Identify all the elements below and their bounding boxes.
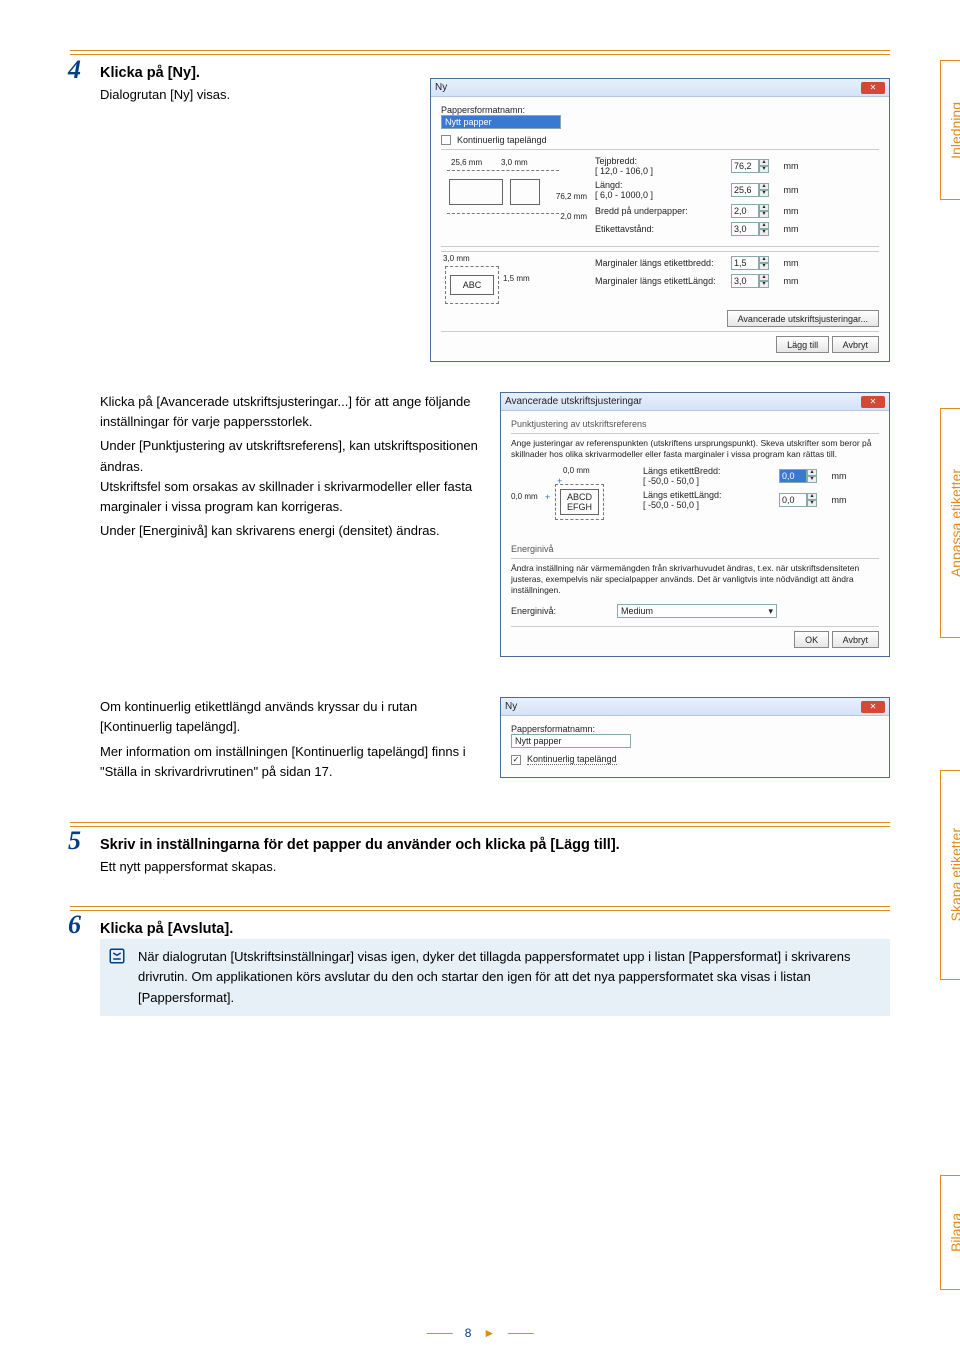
length-spinner[interactable]: 25,6▴▾ bbox=[731, 183, 769, 197]
side-tab-skapa[interactable]: Skapa etiketter bbox=[940, 770, 960, 980]
zero-left: 0,0 mm bbox=[511, 492, 538, 501]
page-number: 8 bbox=[465, 1326, 472, 1340]
ref-adjust-desc: Ange justeringar av referenspunkten (uts… bbox=[511, 438, 879, 460]
zero-top: 0,0 mm bbox=[563, 466, 590, 475]
ok-button[interactable]: OK bbox=[794, 631, 829, 648]
mid-paragraph-2: Under [Punktjustering av utskriftsrefere… bbox=[100, 436, 482, 476]
next-icon: ► bbox=[483, 1326, 495, 1340]
along-length-spinner[interactable]: 0,0▴▾ bbox=[779, 493, 817, 507]
step-6-title: Klicka på [Avsluta]. bbox=[100, 919, 890, 939]
along-width-label: Längs etikettBredd: bbox=[643, 466, 721, 476]
energy-desc: Ändra inställning när värmemängden från … bbox=[511, 563, 879, 596]
ny-name-label: Pappersformatnamn: bbox=[441, 105, 879, 115]
margin-width-label: Marginaler längs etikettbredd: bbox=[595, 258, 725, 268]
spacing-spinner[interactable]: 3,0▴▾ bbox=[731, 222, 769, 236]
advanced-button[interactable]: Avancerade utskriftsjusteringar... bbox=[727, 310, 879, 327]
continuous-checkbox-label: Kontinuerlig tapelängd bbox=[457, 135, 547, 145]
dialog-ny-2: Ny ✕ Pappersformatnamn: Nytt papper ✓ Ko… bbox=[500, 697, 890, 778]
abc-sample: ABC bbox=[463, 280, 482, 290]
ny2-name-input[interactable]: Nytt papper bbox=[511, 734, 631, 748]
margin-width-spinner[interactable]: 1,5▴▾ bbox=[731, 256, 769, 270]
dialog-advanced: Avancerade utskriftsjusteringar ✕ Punktj… bbox=[500, 392, 890, 657]
ny2-name-label: Pappersformatnamn: bbox=[511, 724, 879, 734]
side-tab-bilaga[interactable]: Bilaga bbox=[940, 1175, 960, 1290]
step-6-number: 6 bbox=[68, 910, 81, 940]
mid-paragraph-4: Under [Energinivå] kan skrivarens energi… bbox=[100, 521, 482, 541]
side-tab-inledning[interactable]: Inledning bbox=[940, 60, 960, 200]
add-button[interactable]: Lägg till bbox=[776, 336, 829, 353]
section-ref-adjust: Punktjustering av utskriftsreferens bbox=[511, 419, 879, 429]
tape-width-label: Tejpbredd: bbox=[595, 156, 637, 166]
energy-select[interactable]: Medium▾ bbox=[617, 604, 777, 618]
dim-25-6: 25,6 mm bbox=[451, 158, 482, 167]
mid-paragraph-1: Klicka på [Avancerade utskriftsjustering… bbox=[100, 392, 482, 432]
dim-3-0a: 3,0 mm bbox=[501, 158, 528, 167]
underpaper-label: Bredd på underpapper: bbox=[595, 206, 725, 216]
plus-icon: + bbox=[545, 492, 550, 502]
section-rule bbox=[70, 906, 890, 911]
close-icon[interactable]: ✕ bbox=[861, 396, 885, 408]
close-icon[interactable]: ✕ bbox=[861, 82, 885, 94]
mid2-paragraph-1: Om kontinuerlig etikettlängd används kry… bbox=[100, 697, 482, 737]
energy-label: Energinivå: bbox=[511, 606, 611, 616]
tip-text: När dialogrutan [Utskriftsinställningar]… bbox=[138, 949, 850, 1004]
mid-paragraph-3: Utskriftsfel som orsakas av skillnader i… bbox=[100, 477, 482, 517]
tip-box: När dialogrutan [Utskriftsinställningar]… bbox=[100, 939, 890, 1015]
dim-2-0: 2,0 mm bbox=[560, 212, 587, 221]
section-rule bbox=[70, 822, 890, 827]
dialog-ny-1: Ny ✕ Pappersformatnamn: Nytt papper Kont… bbox=[430, 78, 890, 362]
step-5-title: Skriv in inställningarna för det papper … bbox=[100, 835, 890, 855]
close-icon[interactable]: ✕ bbox=[861, 701, 885, 713]
step-5-number: 5 bbox=[68, 826, 81, 856]
underpaper-spinner[interactable]: 2,0▴▾ bbox=[731, 204, 769, 218]
along-width-spinner[interactable]: 0,0▴▾ bbox=[779, 469, 817, 483]
margin-length-spinner[interactable]: 3,0▴▾ bbox=[731, 274, 769, 288]
dialog-ny-2-title: Ny bbox=[505, 701, 517, 712]
dim-1-5: 1,5 mm bbox=[503, 274, 530, 283]
section-energy: Energinivå bbox=[511, 544, 879, 554]
page-footer: 8 ► bbox=[427, 1326, 534, 1340]
dialog-advanced-title: Avancerade utskriftsjusteringar bbox=[505, 396, 642, 407]
continuous-checkbox-2-label: Kontinuerlig tapelängd bbox=[527, 754, 617, 765]
dialog-ny-1-title: Ny bbox=[435, 82, 447, 93]
tape-width-spinner[interactable]: 76,2▴▾ bbox=[731, 159, 769, 173]
margin-length-label: Marginaler längs etikettLängd: bbox=[595, 276, 725, 286]
abcd-sample: ABCD EFGH bbox=[560, 489, 599, 515]
length-label: Längd: bbox=[595, 180, 623, 190]
dim-76-2: 76,2 mm bbox=[556, 192, 587, 201]
spacing-label: Etikettavstånd: bbox=[595, 224, 725, 234]
note-icon bbox=[108, 947, 126, 965]
mid2-paragraph-2: Mer information om inställningen [Kontin… bbox=[100, 742, 482, 782]
cancel-button[interactable]: Avbryt bbox=[832, 336, 879, 353]
cancel-button[interactable]: Avbryt bbox=[832, 631, 879, 648]
section-rule bbox=[70, 50, 890, 55]
step-4-number: 4 bbox=[68, 55, 81, 85]
step-5-subtitle: Ett nytt pappersformat skapas. bbox=[100, 857, 890, 878]
continuous-checkbox-2[interactable]: ✓ bbox=[511, 755, 521, 765]
along-length-label: Längs etikettLängd: bbox=[643, 490, 722, 500]
ny-name-input[interactable]: Nytt papper bbox=[441, 115, 561, 129]
continuous-checkbox[interactable] bbox=[441, 135, 451, 145]
dim-3-0b: 3,0 mm bbox=[443, 254, 470, 263]
side-tab-anpassa[interactable]: Anpassa etiketter bbox=[940, 408, 960, 638]
